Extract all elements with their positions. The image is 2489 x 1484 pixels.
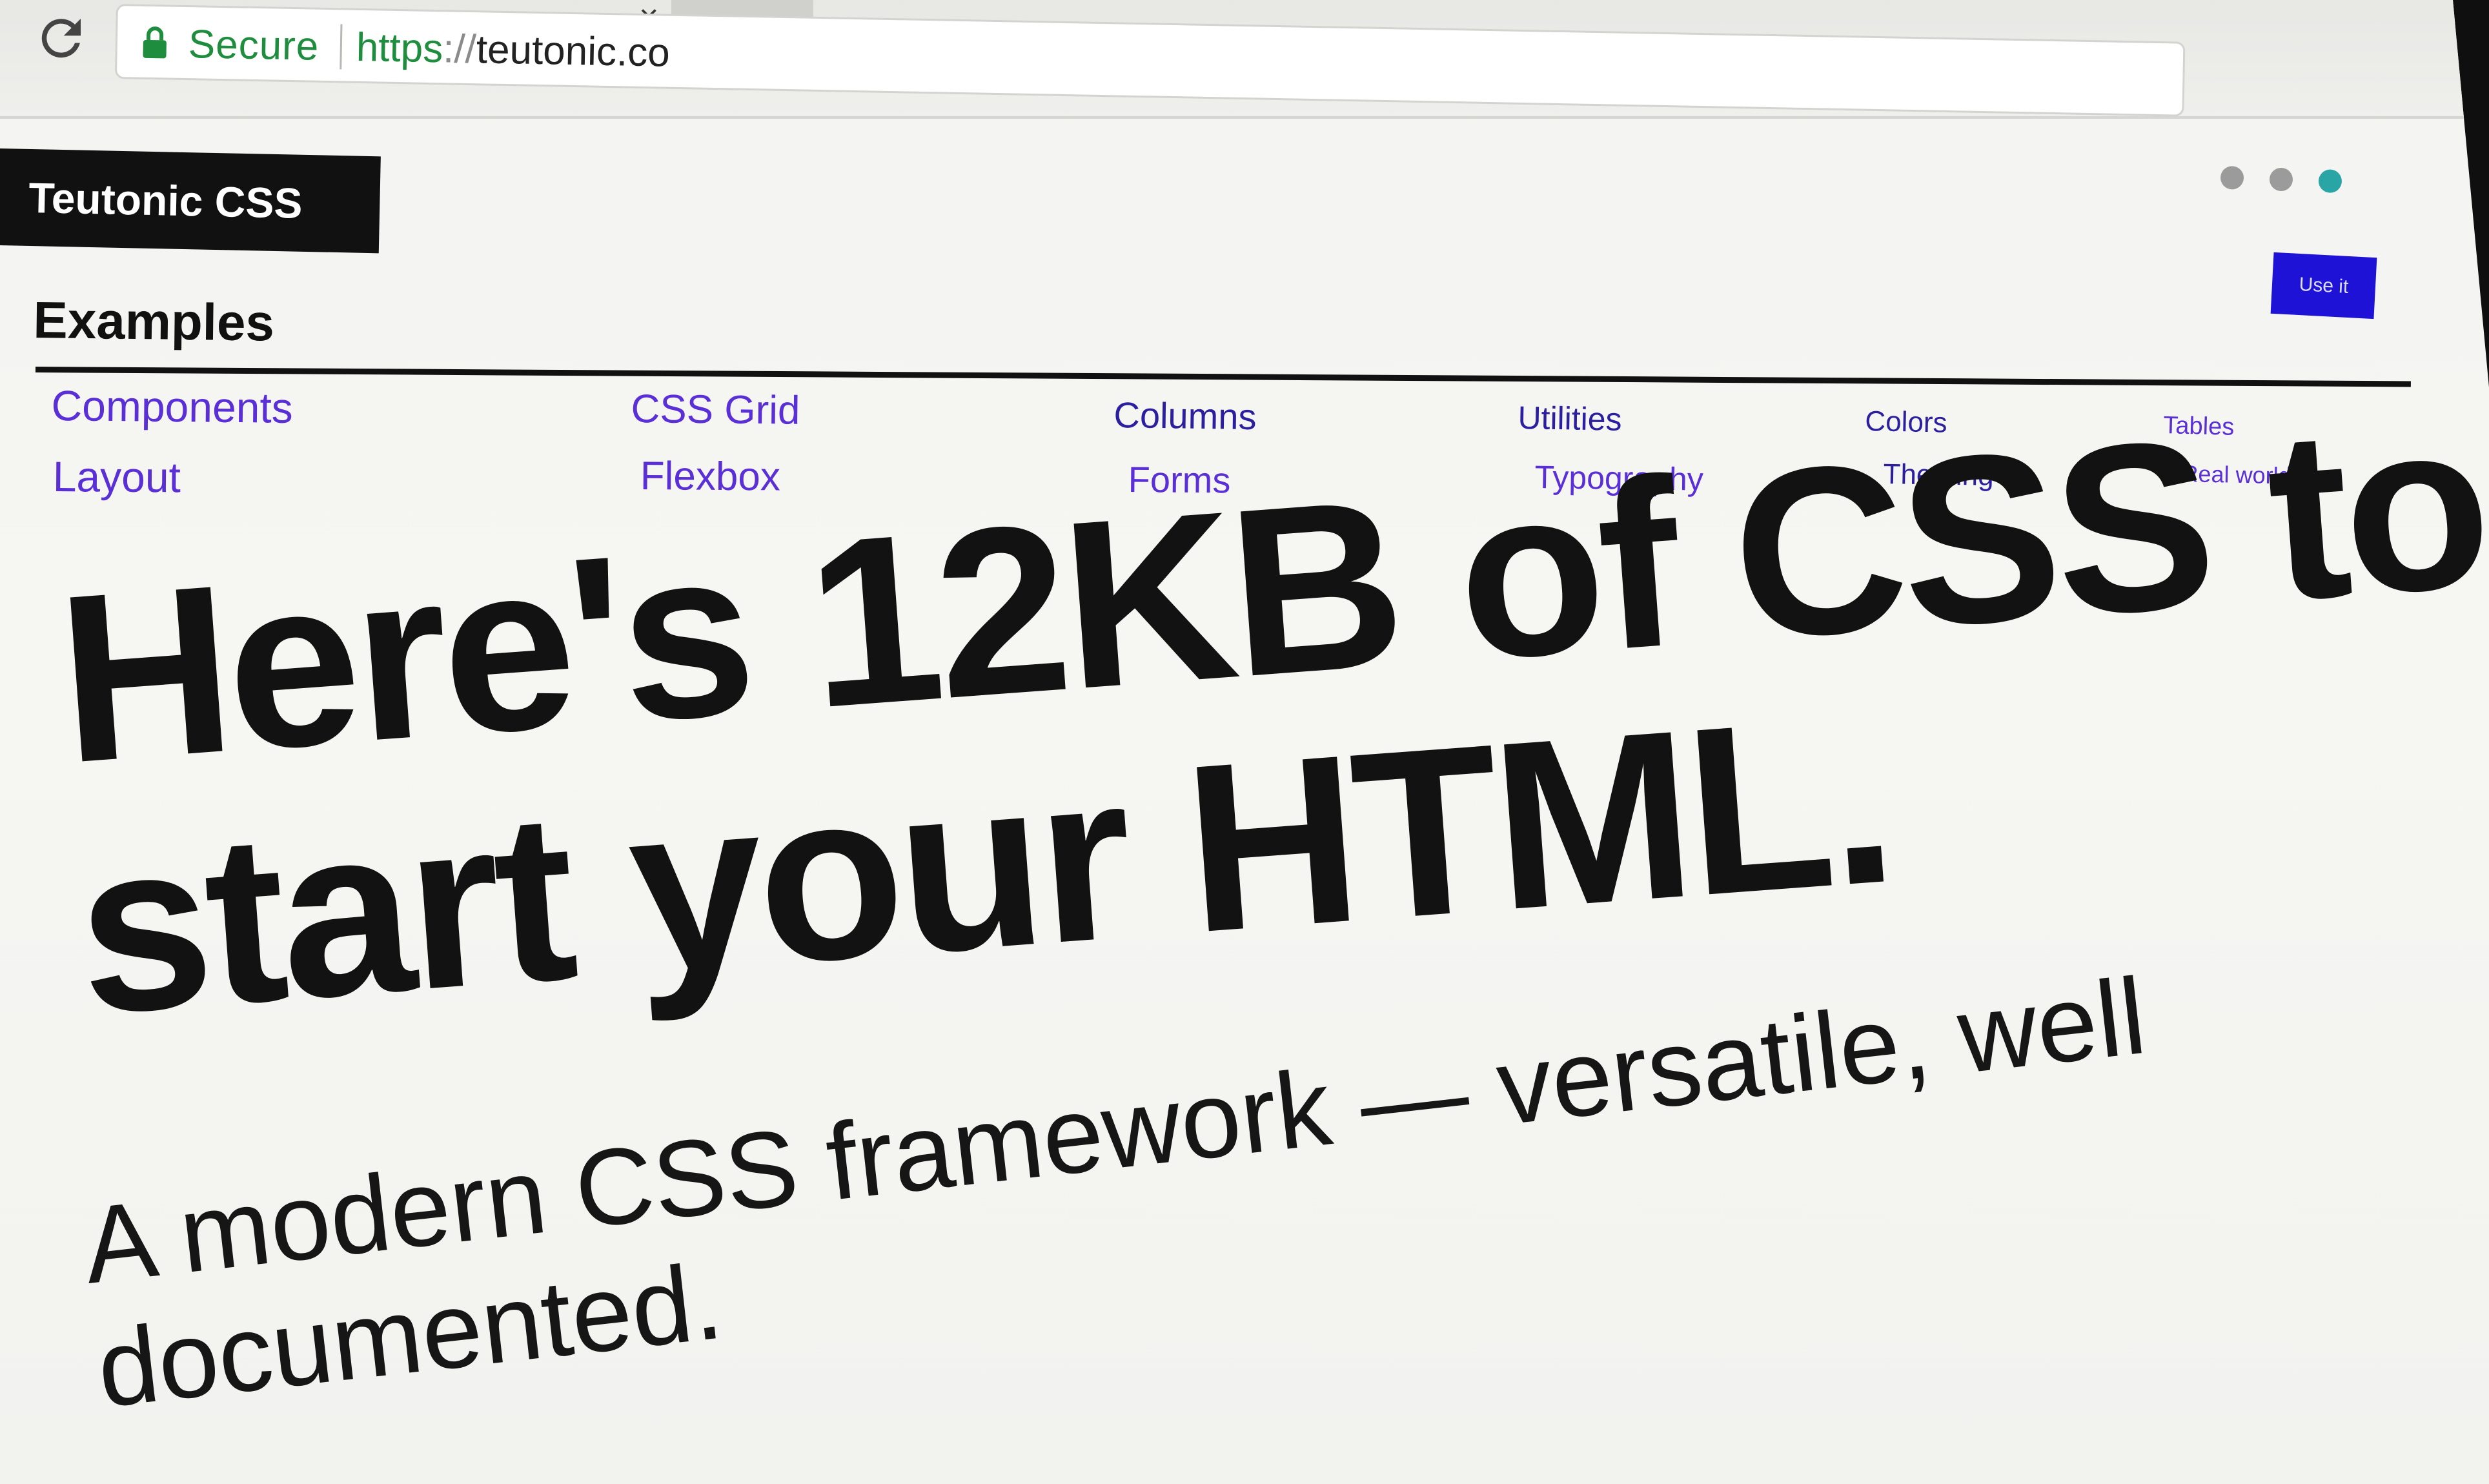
hero-heading: Here's 12KB of CSS to jump start your HT…: [50, 325, 2489, 1064]
secure-label: Secure: [188, 22, 320, 69]
url-text[interactable]: https://teutonic.co: [356, 25, 670, 76]
url-scheme: https: [356, 25, 443, 72]
url-host: teutonic.co: [476, 27, 671, 76]
examples-heading: Examples: [32, 290, 275, 352]
browser-window: × Secure https://teutonic.co Teutonic CS…: [0, 0, 2489, 1484]
nav-link-flexbox[interactable]: Flexbox: [640, 453, 781, 500]
examples-divider: [35, 367, 2411, 387]
nav-link-layout[interactable]: Layout: [52, 452, 181, 502]
reload-icon[interactable]: [32, 9, 90, 67]
nav-link-components[interactable]: Components: [51, 381, 293, 432]
url-separator: ://: [442, 26, 477, 72]
url-divider: [340, 24, 343, 70]
site-logo[interactable]: Teutonic CSS: [0, 148, 381, 254]
use-it-button[interactable]: Use it: [2270, 252, 2377, 320]
lock-icon: [143, 26, 167, 59]
nav-link-css-grid[interactable]: CSS Grid: [631, 386, 800, 434]
nav-link-columns[interactable]: Columns: [1113, 394, 1257, 438]
nav-link-utilities[interactable]: Utilities: [1518, 399, 1622, 438]
